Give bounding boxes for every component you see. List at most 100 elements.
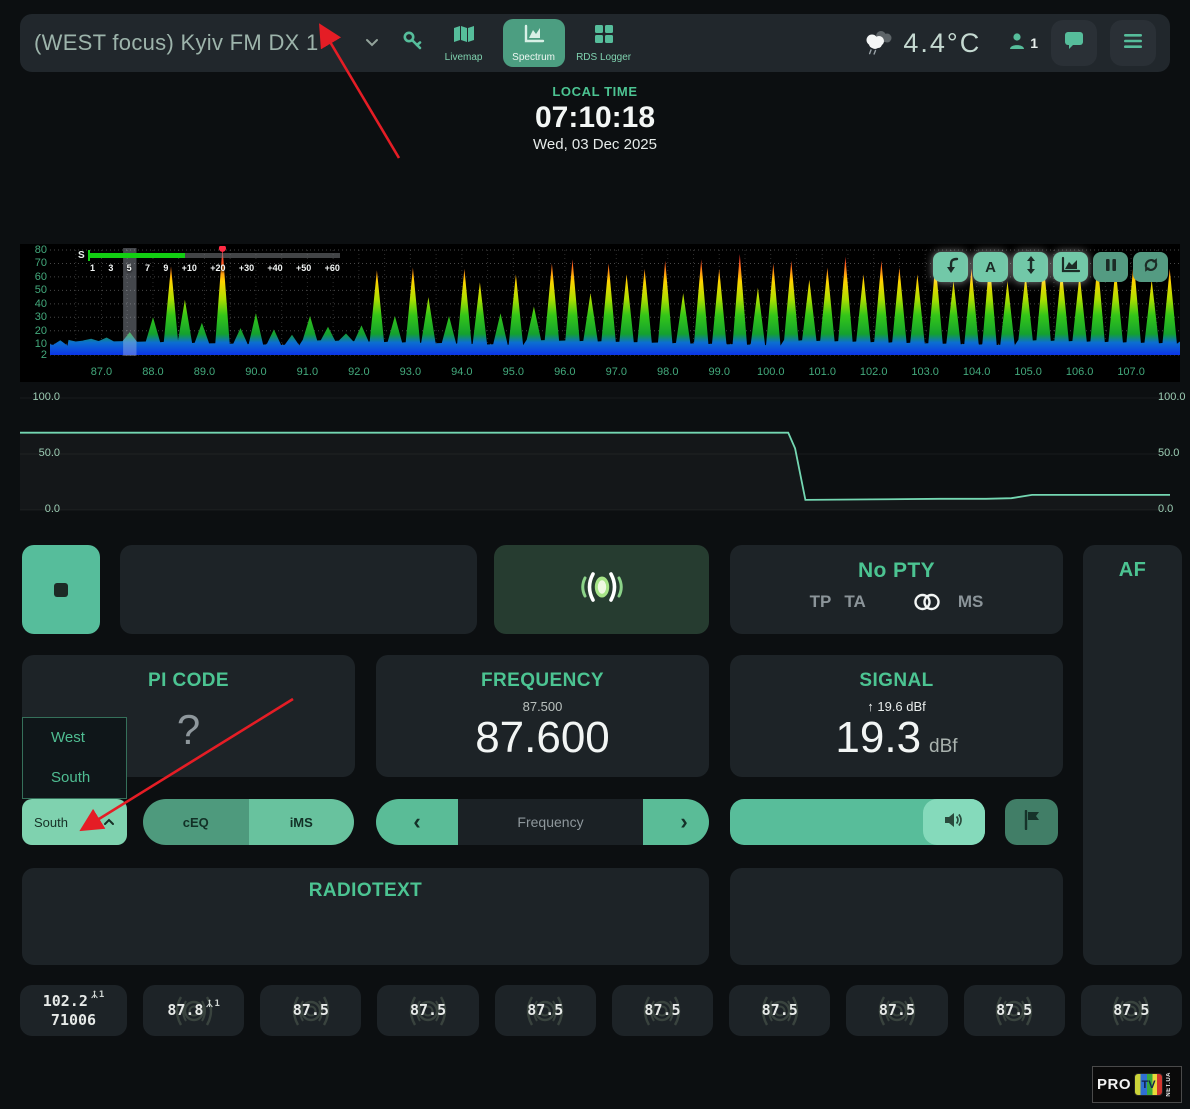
preset-button-7[interactable]: 87.5 <box>729 985 830 1036</box>
spectrum-x-tick: 94.0 <box>451 366 472 378</box>
protv-logo-net: NET.UA <box>1166 1072 1172 1097</box>
pause-spectrum-button[interactable] <box>1093 252 1128 282</box>
preset-button-3[interactable]: 87.5 <box>260 985 361 1036</box>
signal-history-tick: 50.0 <box>26 447 60 459</box>
antenna-select[interactable]: South <box>22 799 127 845</box>
s-meter-tick: +20 <box>210 263 225 273</box>
frequency-title: FREQUENCY <box>376 670 709 692</box>
antenna-option-west[interactable]: West <box>23 718 126 758</box>
top-bar: (WEST focus) Kyiv FM DX 1 Livemap Spectr… <box>20 14 1170 72</box>
protv-logo-pro: PRO <box>1097 1076 1131 1093</box>
s-meter-tick: +50 <box>296 263 311 273</box>
graph-style-button[interactable] <box>1053 252 1088 282</box>
pause-icon <box>1104 257 1118 278</box>
chevron-down-icon[interactable] <box>365 34 379 52</box>
preset-button-1[interactable]: 102.2171006 <box>20 985 127 1036</box>
local-time-block: LOCAL TIME 07:10:18 Wed, 03 Dec 2025 <box>0 84 1190 153</box>
nav-rds-logger[interactable]: RDS Logger <box>573 19 635 67</box>
antenna-selected-value: South <box>34 815 103 830</box>
ping-panel[interactable] <box>494 545 709 634</box>
refresh-spectrum-button[interactable] <box>1133 252 1168 282</box>
local-time-label: LOCAL TIME <box>0 84 1190 99</box>
preset-button-9[interactable]: 87.5 <box>964 985 1065 1036</box>
preset-button-8[interactable]: 87.5 <box>846 985 947 1036</box>
spectrum-x-tick: 97.0 <box>606 366 627 378</box>
s-meter-ticks: 13579+10+20+30+40+50+60 <box>78 263 340 273</box>
spectrum-y-tick: 80 <box>21 244 47 256</box>
antenna-dropdown-list: WestSouth <box>22 717 127 799</box>
signal-panel: SIGNAL ↑ 19.6 dBf 19.3dBf <box>730 655 1063 777</box>
spectrum-x-tick: 95.0 <box>503 366 524 378</box>
cloud-rain-icon <box>861 27 895 60</box>
preset-button-5[interactable]: 87.5 <box>495 985 596 1036</box>
spectrum-x-tick: 90.0 <box>245 366 266 378</box>
spectrum-x-tick: 105.0 <box>1014 366 1042 378</box>
frequency-stepper: ‹ › <box>376 799 709 845</box>
af-title: AF <box>1083 559 1182 582</box>
speaker-icon <box>943 811 965 834</box>
jump-to-signal-button[interactable] <box>933 252 968 282</box>
ms-flag: MS <box>958 592 984 612</box>
nav-livemap-label: Livemap <box>445 52 483 63</box>
spectrum-y-tick: 20 <box>21 325 47 337</box>
spectrum-x-tick: 88.0 <box>142 366 163 378</box>
signal-title: SIGNAL <box>730 670 1063 692</box>
frequency-input[interactable] <box>458 799 643 845</box>
ta-flag: TA <box>844 592 865 612</box>
s-meter-fill <box>90 253 185 258</box>
s-meter: S 13579+10+20+30+40+50+60 <box>78 250 340 273</box>
server-title[interactable]: (WEST focus) Kyiv FM DX 1 <box>34 30 319 56</box>
s-meter-tick: 1 <box>90 263 95 273</box>
spectrum-x-tick: 98.0 <box>657 366 678 378</box>
up-arrow-icon: ↑ <box>867 699 874 714</box>
spectrum-x-tick: 92.0 <box>348 366 369 378</box>
preset-button-10[interactable]: 87.5 <box>1081 985 1182 1036</box>
spectrum-x-tick: 99.0 <box>709 366 730 378</box>
frequency-down-button[interactable]: ‹ <box>376 799 458 845</box>
ims-button[interactable]: iMS <box>249 799 355 845</box>
frequency-up-button[interactable]: › <box>643 799 709 845</box>
flag-button[interactable] <box>1005 799 1058 845</box>
frequency-value[interactable]: 87.600 <box>376 716 709 760</box>
s-meter-tick: +40 <box>267 263 282 273</box>
preset-button-6[interactable]: 87.5 <box>612 985 713 1036</box>
s-meter-tick: 7 <box>145 263 150 273</box>
ceq-button[interactable]: cEQ <box>143 799 249 845</box>
signal-history-tick: 100.0 <box>1158 391 1190 403</box>
volume-slider[interactable] <box>730 799 985 845</box>
temperature-value: 4.4°C <box>903 28 981 59</box>
volume-slider-thumb[interactable] <box>923 799 985 845</box>
spectrum-x-tick: 91.0 <box>297 366 318 378</box>
table-grid-icon <box>593 24 615 49</box>
antenna-option-south[interactable]: South <box>23 758 126 798</box>
signal-history-tick: 0.0 <box>1158 503 1190 515</box>
spectrum-x-tick: 107.0 <box>1117 366 1145 378</box>
menu-button[interactable] <box>1110 20 1156 66</box>
s-meter-tick: 5 <box>127 263 132 273</box>
key-icon[interactable] <box>401 29 425 58</box>
s-meter-track <box>90 253 340 258</box>
auto-mode-button[interactable]: A <box>973 252 1008 282</box>
chat-button[interactable] <box>1051 20 1097 66</box>
preset-button-2[interactable]: 87.81 <box>143 985 244 1036</box>
s-meter-unit: S <box>78 250 85 261</box>
spectrum-y-tick: 2 <box>21 349 47 361</box>
chevron-up-icon <box>103 818 115 826</box>
s-meter-tick: +60 <box>325 263 340 273</box>
preset-button-4[interactable]: 87.5 <box>377 985 478 1036</box>
spectrum-graph[interactable]: 80706050403020102 87.088.089.090.091.092… <box>20 244 1180 382</box>
spectrum-y-tick: 60 <box>21 271 47 283</box>
autoscale-vertical-button[interactable] <box>1013 252 1048 282</box>
station-name-panel <box>120 545 477 634</box>
stop-button[interactable] <box>22 545 100 634</box>
spectrum-x-tick: 102.0 <box>860 366 888 378</box>
spectrum-x-tick: 106.0 <box>1066 366 1094 378</box>
protv-logo: PRO TV NET.UA <box>1092 1066 1182 1103</box>
spectrum-y-tick: 50 <box>21 284 47 296</box>
s-meter-tick: +10 <box>182 263 197 273</box>
nav-livemap[interactable]: Livemap <box>433 19 495 67</box>
nav-spectrum[interactable]: Spectrum <box>503 19 565 67</box>
nav-spectrum-label: Spectrum <box>512 52 555 63</box>
chat-icon <box>1063 30 1085 56</box>
ukraine-flag-icon <box>329 34 356 52</box>
